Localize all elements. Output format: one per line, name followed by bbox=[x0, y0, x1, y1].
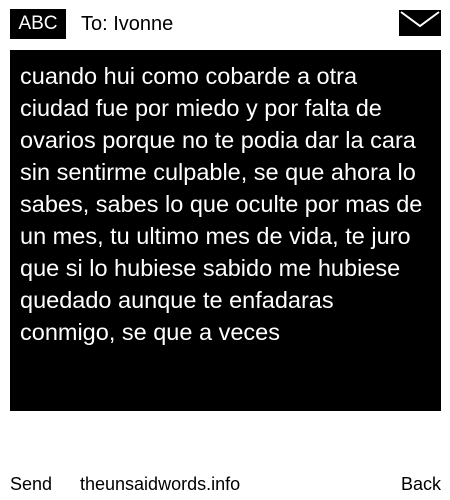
message-body[interactable]: cuando hui como cobarde a otra ciudad fu… bbox=[10, 50, 441, 411]
envelope-icon bbox=[399, 10, 441, 36]
input-mode-badge: ABC bbox=[10, 9, 66, 39]
site-label: theunsaidwords.info bbox=[80, 474, 241, 494]
send-softkey[interactable]: Send bbox=[10, 472, 52, 496]
back-softkey[interactable]: Back bbox=[401, 472, 441, 496]
recipient-field[interactable]: To: Ivonne bbox=[81, 9, 173, 39]
